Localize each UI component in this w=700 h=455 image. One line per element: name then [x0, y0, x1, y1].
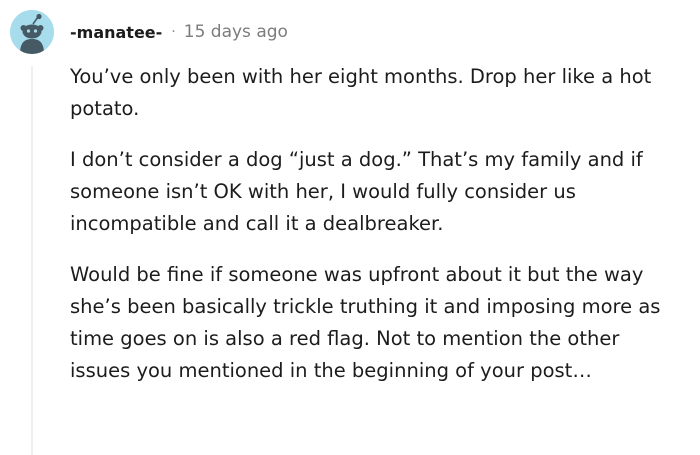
timestamp[interactable]: 15 days ago [184, 22, 288, 42]
comment-paragraph: You’ve only been with her eight months. … [70, 65, 652, 120]
comment: -manatee- · 15 days ago You’ve only been… [0, 0, 700, 455]
separator-dot: · [171, 24, 176, 40]
comment-paragraph: Would be fine if someone was upfront abo… [70, 263, 661, 382]
thread-line[interactable] [31, 66, 33, 455]
username[interactable]: -manatee- [70, 23, 162, 42]
snoo-avatar-icon [10, 10, 54, 54]
avatar[interactable] [10, 10, 54, 54]
comment-paragraph: I don’t consider a dog “just a dog.” Tha… [70, 148, 643, 235]
comment-header: -manatee- · 15 days ago [70, 20, 288, 44]
comment-body: You’ve only been with her eight months. … [70, 61, 670, 406]
